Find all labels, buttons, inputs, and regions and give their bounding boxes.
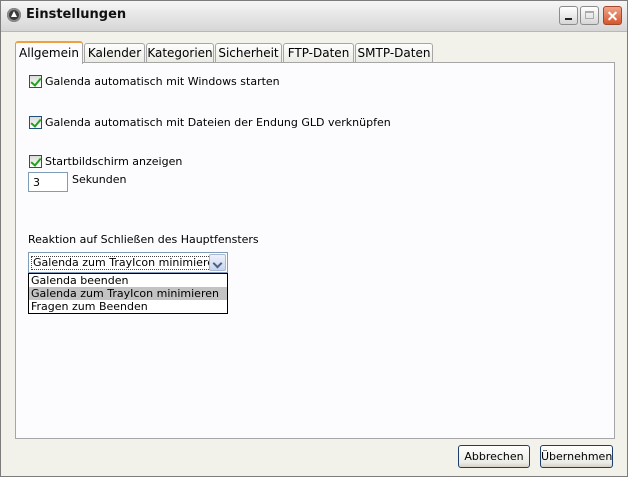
close-reaction-select[interactable]: Galenda zum TrayIcon minimieren: [28, 252, 228, 273]
title-bar[interactable]: Einstellungen: [1, 1, 627, 32]
autostart-label: Galenda automatisch mit Windows starten: [45, 74, 280, 88]
close-reaction-dropdown: Galenda beenden Galenda zum TrayIcon min…: [28, 273, 228, 314]
tab-allgemein[interactable]: Allgemein: [15, 41, 83, 64]
settings-window: Einstellungen Allgemein Kalender Kategor…: [0, 0, 628, 477]
splash-option[interactable]: Startbildschirm anzeigen: [29, 154, 182, 168]
close-reaction-label: Reaktion auf Schließen des Hauptfensters: [28, 233, 259, 246]
minimize-button[interactable]: [559, 6, 578, 25]
maximize-button[interactable]: [580, 6, 599, 25]
cancel-button[interactable]: Abbrechen: [458, 445, 530, 468]
autostart-option[interactable]: Galenda automatisch mit Windows starten: [29, 74, 280, 88]
splash-label: Startbildschirm anzeigen: [45, 154, 183, 168]
associate-option[interactable]: Galenda automatisch mit Dateien der Endu…: [29, 115, 391, 129]
associate-label: Galenda automatisch mit Dateien der Endu…: [45, 115, 391, 129]
tab-ftp-daten[interactable]: FTP-Daten: [283, 43, 354, 62]
tab-kalender[interactable]: Kalender: [84, 43, 145, 62]
seconds-label: Sekunden: [72, 173, 127, 186]
associate-checkbox[interactable]: [29, 115, 42, 129]
splash-seconds-field[interactable]: 3: [28, 172, 68, 192]
option-fragen-zum-beenden[interactable]: Fragen zum Beenden: [29, 300, 227, 313]
chevron-down-icon[interactable]: [209, 254, 226, 271]
autostart-checkbox[interactable]: [29, 74, 42, 88]
close-reaction-value: Galenda zum TrayIcon minimieren: [31, 256, 223, 270]
tab-sicherheit[interactable]: Sicherheit: [215, 43, 282, 62]
tab-smtp-daten[interactable]: SMTP-Daten: [355, 43, 433, 62]
window-title: Einstellungen: [26, 7, 127, 22]
apply-button[interactable]: Übernehmen: [540, 445, 613, 468]
app-icon: [7, 8, 21, 22]
option-galenda-beenden[interactable]: Galenda beenden: [29, 274, 227, 287]
option-trayicon-minimieren[interactable]: Galenda zum TrayIcon minimieren: [29, 287, 227, 300]
splash-checkbox[interactable]: [29, 154, 42, 168]
tab-kategorien[interactable]: Kategorien: [146, 43, 214, 62]
close-button[interactable]: [603, 6, 622, 25]
